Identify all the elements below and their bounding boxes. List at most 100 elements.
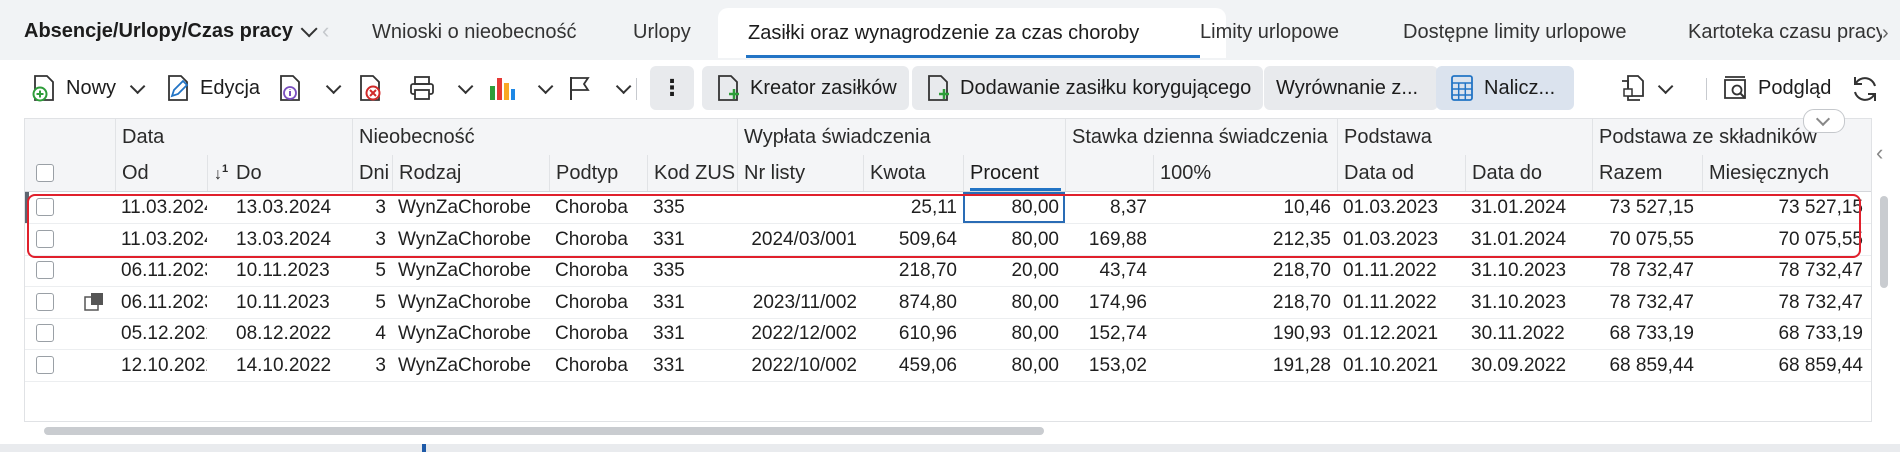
- horizontal-scrollbar[interactable]: [34, 424, 1842, 438]
- cell-kwota[interactable]: 459,06: [863, 350, 963, 381]
- cell-data-od[interactable]: 01.03.2023: [1337, 192, 1465, 223]
- cell-procent[interactable]: 80,00: [963, 318, 1065, 349]
- cell-100-procent[interactable]: 191,28: [1153, 350, 1337, 381]
- cell-razem[interactable]: 78 732,47: [1592, 287, 1702, 318]
- cell-kod-zus[interactable]: 331: [647, 318, 737, 349]
- flag-button[interactable]: [566, 66, 632, 110]
- col-header-stawka[interactable]: [1065, 155, 1153, 191]
- cell-miesiecznych[interactable]: 78 732,47: [1702, 255, 1871, 286]
- cell-razem[interactable]: 78 732,47: [1592, 255, 1702, 286]
- table-row[interactable]: 12.10.2022 14.10.2022 3 WynZaChorobe Choroba…: [25, 350, 1871, 382]
- cell-data-do[interactable]: 31.01.2024: [1465, 224, 1592, 255]
- col-header-data-do[interactable]: Data do: [1465, 155, 1592, 191]
- horizontal-scroll-thumb[interactable]: [44, 427, 1044, 435]
- col-header-procent[interactable]: Procent: [963, 155, 1065, 191]
- cell-stawka[interactable]: 8,37: [1065, 192, 1153, 223]
- refresh-button[interactable]: [1850, 66, 1878, 110]
- col-header-miesiecznych[interactable]: Miesięcznych: [1702, 155, 1871, 191]
- cell-miesiecznych[interactable]: 78 732,47: [1702, 287, 1871, 318]
- cell-nr-listy[interactable]: 2022/12/002: [737, 318, 863, 349]
- tab-limity-urlopowe[interactable]: Limity urlopowe: [1200, 12, 1339, 52]
- cell-od[interactable]: 06.11.2023: [115, 287, 207, 318]
- cell-rodzaj[interactable]: WynZaChorobe: [392, 318, 549, 349]
- cell-dni[interactable]: 3: [352, 350, 392, 381]
- col-header-od[interactable]: Od: [115, 155, 207, 191]
- cell-do[interactable]: 13.03.2024: [230, 224, 352, 255]
- cell-100-procent[interactable]: 10,46: [1153, 192, 1337, 223]
- cell-podtyp[interactable]: Choroba: [549, 255, 647, 286]
- cell-100-procent[interactable]: 190,93: [1153, 318, 1337, 349]
- equalization-button[interactable]: Wyrównanie z...: [1264, 66, 1438, 110]
- document-info-button[interactable]: [276, 66, 342, 110]
- cell-data-do[interactable]: 30.11.2022: [1465, 318, 1592, 349]
- cell-od[interactable]: 06.11.2023: [115, 255, 207, 286]
- cell-razem[interactable]: 68 859,44: [1592, 350, 1702, 381]
- cell-dni[interactable]: 5: [352, 255, 392, 286]
- cell-data-do[interactable]: 31.10.2023: [1465, 287, 1592, 318]
- cell-dni[interactable]: 5: [352, 287, 392, 318]
- cell-nr-listy[interactable]: 2024/03/001: [737, 224, 863, 255]
- cell-stawka[interactable]: 174,96: [1065, 287, 1153, 318]
- col-header-kod-zus[interactable]: Kod ZUS: [647, 155, 737, 191]
- tabs-scroll-left-icon[interactable]: ‹: [322, 18, 329, 44]
- side-panel-toggle-icon[interactable]: ‹: [1876, 140, 1883, 166]
- col-header-razem[interactable]: Razem: [1592, 155, 1702, 191]
- vertical-scrollbar[interactable]: [1878, 196, 1890, 288]
- cell-dni[interactable]: 3: [352, 192, 392, 223]
- cell-razem[interactable]: 68 733,19: [1592, 318, 1702, 349]
- print-button[interactable]: [408, 66, 474, 110]
- row-checkbox[interactable]: [36, 324, 54, 342]
- cell-miesiecznych[interactable]: 68 859,44: [1702, 350, 1871, 381]
- cell-rodzaj[interactable]: WynZaChorobe: [392, 192, 549, 223]
- cell-od[interactable]: 11.03.2024: [115, 192, 207, 223]
- row-checkbox[interactable]: [36, 229, 54, 248]
- cell-kwota[interactable]: 874,80: [863, 287, 963, 318]
- cell-nr-listy[interactable]: 2023/11/002: [737, 287, 863, 318]
- cell-100-procent[interactable]: 212,35: [1153, 224, 1337, 255]
- col-header-rodzaj[interactable]: Rodzaj: [392, 155, 549, 191]
- cell-od[interactable]: 12.10.2022: [115, 350, 207, 381]
- cell-podtyp[interactable]: Choroba: [549, 224, 647, 255]
- cell-dni[interactable]: 3: [352, 224, 392, 255]
- cell-data-od[interactable]: 01.03.2023: [1337, 224, 1465, 255]
- select-all-checkbox[interactable]: [36, 164, 54, 182]
- row-checkbox[interactable]: [36, 292, 54, 311]
- cell-kwota[interactable]: 509,64: [863, 224, 963, 255]
- cell-miesiecznych[interactable]: 70 075,55: [1702, 224, 1871, 255]
- cell-100-procent[interactable]: 218,70: [1153, 255, 1337, 286]
- cell-data-do[interactable]: 30.09.2022: [1465, 350, 1592, 381]
- cell-data-od[interactable]: 01.10.2021: [1337, 350, 1465, 381]
- cell-nr-listy[interactable]: [737, 255, 863, 286]
- benefit-creator-button[interactable]: Kreator zasiłków: [702, 66, 909, 110]
- table-row[interactable]: 05.12.2022 08.12.2022 4 WynZaChorobe Choroba…: [25, 318, 1871, 350]
- linked-document-icon[interactable]: [83, 291, 105, 313]
- col-header-do[interactable]: Do: [230, 155, 352, 191]
- vertical-scroll-thumb[interactable]: [1880, 196, 1888, 288]
- cell-kod-zus[interactable]: 331: [647, 287, 737, 318]
- col-header-nr-listy[interactable]: Nr listy: [737, 155, 863, 191]
- calculate-button[interactable]: Nalicz...: [1436, 66, 1574, 110]
- cell-podtyp[interactable]: Choroba: [549, 192, 647, 223]
- cell-data-od[interactable]: 01.12.2021: [1337, 318, 1465, 349]
- cell-razem[interactable]: 70 075,55: [1592, 224, 1702, 255]
- cell-stawka[interactable]: 152,74: [1065, 318, 1153, 349]
- cell-data-od[interactable]: 01.11.2022: [1337, 287, 1465, 318]
- cell-razem[interactable]: 73 527,15: [1592, 192, 1702, 223]
- cell-podtyp[interactable]: Choroba: [549, 350, 647, 381]
- sort-descending-icon[interactable]: ↓1: [207, 155, 230, 191]
- chart-button[interactable]: [488, 66, 554, 110]
- cell-miesiecznych[interactable]: 73 527,15: [1702, 192, 1871, 223]
- col-header-dni[interactable]: Dni: [352, 155, 392, 191]
- tab-zasilki[interactable]: Zasiłki oraz wynagrodzenie za czas choro…: [718, 8, 1226, 58]
- table-row[interactable]: 06.11.2023 10.11.2023 5 WynZaChorobe Choroba…: [25, 255, 1871, 287]
- tab-dostepne-limity[interactable]: Dostępne limity urlopowe: [1403, 12, 1626, 52]
- cell-rodzaj[interactable]: WynZaChorobe: [392, 255, 549, 286]
- cell-nr-listy[interactable]: 2022/10/002: [737, 350, 863, 381]
- cell-kod-zus[interactable]: 331: [647, 224, 737, 255]
- col-header-data-od[interactable]: Data od: [1337, 155, 1465, 191]
- new-button[interactable]: Nowy: [30, 66, 146, 110]
- table-row[interactable]: 11.03.2024 13.03.2024 3 WynZaChorobe Choroba…: [25, 224, 1871, 256]
- cell-kwota[interactable]: 25,11: [863, 192, 963, 223]
- cell-do[interactable]: 14.10.2022: [230, 350, 352, 381]
- cell-procent[interactable]: 80,00: [963, 350, 1065, 381]
